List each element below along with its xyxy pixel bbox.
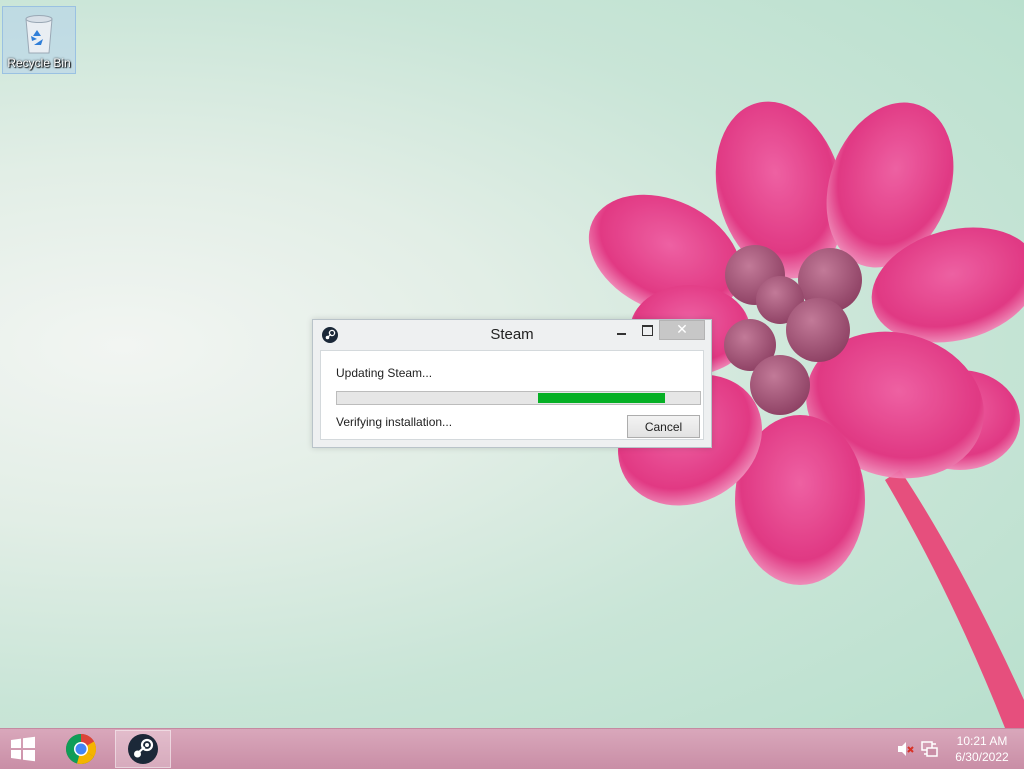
clock-time: 10:21 AM (956, 734, 1008, 748)
cancel-button[interactable]: Cancel (627, 415, 700, 438)
close-button[interactable]: ✕ (659, 320, 705, 340)
desktop-icon-recycle-bin[interactable]: Recycle Bin (2, 6, 76, 74)
dialog-content: Updating Steam... Verifying installation… (320, 350, 704, 440)
progress-fill (538, 393, 665, 403)
taskbar-chrome-button[interactable] (53, 730, 109, 768)
verify-status-label: Verifying installation... (336, 415, 453, 429)
desktop-icon-label: Recycle Bin (7, 56, 71, 70)
maximize-button[interactable] (635, 320, 659, 340)
network-icon[interactable] (921, 740, 939, 758)
minimize-button[interactable] (609, 320, 633, 340)
steam-update-dialog: Steam ✕ Updating Steam... Verifying inst… (312, 319, 712, 448)
taskbar-steam-button[interactable] (115, 730, 171, 768)
update-status-label: Updating Steam... (336, 366, 433, 380)
minimize-icon (616, 333, 626, 335)
steam-icon (128, 734, 158, 764)
windows-logo-icon[interactable] (8, 736, 38, 762)
dialog-titlebar[interactable]: Steam ✕ (313, 320, 711, 350)
volume-muted-icon[interactable] (897, 741, 915, 757)
maximize-icon (641, 324, 653, 336)
progress-bar (336, 391, 701, 405)
close-icon: ✕ (676, 322, 688, 338)
clock-date: 6/30/2022 (955, 750, 1009, 764)
chrome-icon (65, 734, 97, 765)
system-clock[interactable]: 10:21 AM 6/30/2022 (944, 733, 1020, 765)
taskbar: 10:21 AM 6/30/2022 (0, 728, 1024, 769)
recycle-bin-icon (25, 15, 53, 54)
